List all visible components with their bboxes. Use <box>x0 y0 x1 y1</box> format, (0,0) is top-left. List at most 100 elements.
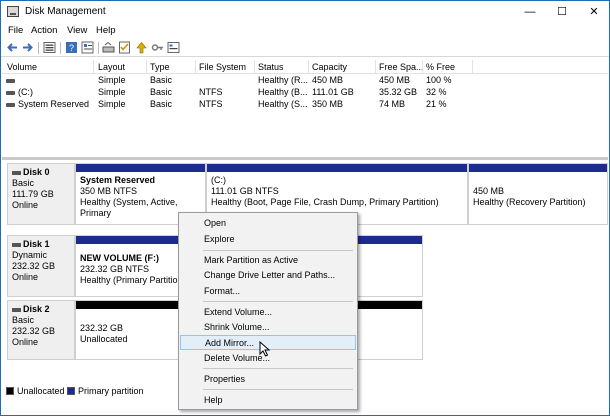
minimize-button[interactable]: — <box>515 1 545 23</box>
column-divider[interactable] <box>146 60 147 74</box>
disk-type: Basic <box>12 178 35 188</box>
partition-size: 111.01 GB NTFS <box>211 186 279 196</box>
disk-type: Basic <box>12 315 35 325</box>
back-icon[interactable] <box>6 41 19 54</box>
column-divider[interactable] <box>254 60 255 74</box>
column-header-capacity[interactable]: Capacity <box>312 62 347 72</box>
disk-type: Dynamic <box>12 250 48 260</box>
disk-list-icon[interactable] <box>43 41 56 54</box>
disk-size: 232.32 GB <box>12 326 56 336</box>
drive-icon <box>6 103 15 107</box>
title-bar: Disk Management — ☐ ✕ <box>1 1 609 23</box>
column-divider[interactable] <box>472 60 473 74</box>
context-menu: Open Explore Mark Partition as Active Ch… <box>178 212 358 410</box>
column-header-file-system[interactable]: File System <box>199 62 246 72</box>
volume-free-space: 450 MB <box>379 75 411 85</box>
svg-text:?: ? <box>69 43 74 53</box>
menu-item-help[interactable]: Help <box>180 393 356 408</box>
volume-file-system: NTFS <box>199 87 223 97</box>
disk-0-label[interactable]: Disk 0 Basic 111.79 GB Online <box>7 163 75 225</box>
menu-bar: File Action View Help <box>1 23 609 39</box>
column-divider[interactable] <box>375 60 376 74</box>
volume-list: Volume Layout Type File System Status Ca… <box>2 60 608 157</box>
help-icon[interactable]: ? <box>65 41 78 54</box>
volume-row[interactable]: (C:) Simple Basic NTFS Healthy (B... 111… <box>2 87 608 99</box>
checklist-icon[interactable] <box>118 41 131 54</box>
rescan-icon[interactable] <box>102 41 115 54</box>
maximize-button[interactable]: ☐ <box>547 1 577 23</box>
menu-item-explore[interactable]: Explore <box>180 232 356 247</box>
menu-item-format[interactable]: Format... <box>180 284 356 299</box>
volume-status: Healthy (R... <box>258 75 309 85</box>
toolbar-separator <box>60 42 61 54</box>
volume-capacity: 111.01 GB <box>312 87 354 97</box>
volume-free-space: 35.32 GB <box>379 87 418 97</box>
volume-percent-free: 21 % <box>426 99 447 109</box>
volume-capacity: 350 MB <box>312 99 344 109</box>
menu-separator <box>203 389 353 390</box>
disk-size: 111.79 GB <box>12 189 54 199</box>
volume-type: Basic <box>150 75 173 85</box>
legend-unallocated: Unallocated <box>17 386 65 396</box>
disk-2-label[interactable]: Disk 2 Basic 232.32 GB Online <box>7 300 75 360</box>
volume-row[interactable]: System Reserved Simple Basic NTFS Health… <box>2 99 608 111</box>
partition-bar <box>207 164 467 172</box>
mouse-pointer-icon <box>259 341 271 357</box>
volume-file-system: NTFS <box>199 99 223 109</box>
arrow-up-icon[interactable] <box>135 41 148 54</box>
column-divider[interactable] <box>422 60 423 74</box>
menu-view[interactable]: View <box>67 25 87 36</box>
column-header-status[interactable]: Status <box>258 62 284 72</box>
toolbar: ? <box>1 39 609 57</box>
partition-name <box>473 175 603 186</box>
menu-item-shrink-volume[interactable]: Shrink Volume... <box>180 320 356 335</box>
volume-row[interactable]: Simple Basic Healthy (R... 450 MB 450 MB… <box>2 75 608 87</box>
forward-icon[interactable] <box>21 41 34 54</box>
window-title: Disk Management <box>25 6 106 17</box>
properties-icon[interactable] <box>81 41 94 54</box>
drive-icon <box>6 79 15 83</box>
close-button[interactable]: ✕ <box>579 1 609 23</box>
volume-layout: Simple <box>98 99 126 109</box>
column-header-layout[interactable]: Layout <box>98 62 125 72</box>
toolbar-separator <box>38 42 39 54</box>
column-divider[interactable] <box>308 60 309 74</box>
menu-separator <box>203 368 353 369</box>
partition-recovery[interactable]: 450 MB Healthy (Recovery Partition) <box>468 163 608 225</box>
key-icon[interactable] <box>151 41 164 54</box>
disk-name: Disk 1 <box>23 239 50 249</box>
disk-icon <box>12 307 21 312</box>
partition-status: Healthy (Boot, Page File, Crash Dump, Pr… <box>211 197 439 207</box>
menu-separator <box>203 301 353 302</box>
disk-name: Disk 0 <box>23 167 50 177</box>
volume-layout: Simple <box>98 87 126 97</box>
menu-item-properties[interactable]: Properties <box>180 372 356 387</box>
menu-item-extend-volume[interactable]: Extend Volume... <box>180 305 356 320</box>
disk-1-label[interactable]: Disk 1 Dynamic 232.32 GB Online <box>7 235 75 297</box>
primary-partition-swatch <box>67 387 75 395</box>
volume-name: System Reserved <box>18 99 90 109</box>
menu-help[interactable]: Help <box>96 25 116 36</box>
partition-bar <box>76 164 205 172</box>
column-header-volume[interactable]: Volume <box>7 62 37 72</box>
partition-size: 450 MB <box>473 186 505 196</box>
settings-icon[interactable] <box>167 41 180 54</box>
column-header-percent-free[interactable]: % Free <box>426 62 455 72</box>
disk-management-app-icon <box>7 6 19 17</box>
menu-separator <box>203 250 353 251</box>
menu-item-open[interactable]: Open <box>180 216 356 231</box>
partition-status: Healthy (Recovery Partition) <box>473 197 586 207</box>
column-header-free-space[interactable]: Free Spa... <box>379 62 424 72</box>
disk-status: Online <box>12 200 39 210</box>
volume-free-space: 74 MB <box>379 99 406 109</box>
menu-file[interactable]: File <box>8 25 23 36</box>
column-divider[interactable] <box>195 60 196 74</box>
partition-name: System Reserved <box>80 175 156 185</box>
menu-item-mark-partition-active[interactable]: Mark Partition as Active <box>180 253 356 268</box>
column-header-type[interactable]: Type <box>150 62 170 72</box>
menu-item-change-drive-letter[interactable]: Change Drive Letter and Paths... <box>180 268 356 283</box>
volume-list-header: Volume Layout Type File System Status Ca… <box>2 60 608 74</box>
column-divider[interactable] <box>93 60 94 74</box>
menu-action[interactable]: Action <box>31 25 57 36</box>
volume-percent-free: 100 % <box>426 75 452 85</box>
